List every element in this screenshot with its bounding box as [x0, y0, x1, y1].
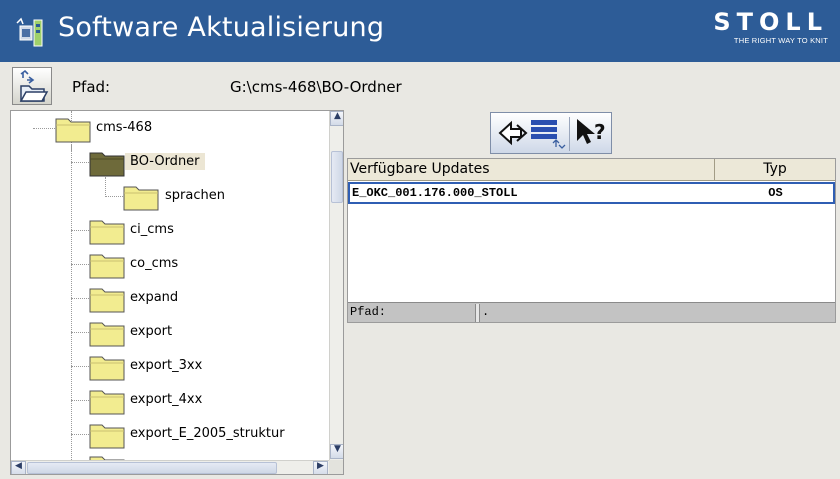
updates-list[interactable]: Verfügbare Updates Typ E_OKC_001.176.000… [347, 158, 836, 323]
title-bar: Software Aktualisierung STOLL THE RIGHT … [0, 0, 840, 62]
chevron-up-icon: ▲ [334, 111, 341, 121]
tree-item-cms-468[interactable]: cms-468 [11, 113, 331, 145]
update-list-icon[interactable] [529, 115, 567, 152]
update-toolbar: ? [490, 112, 612, 154]
tree-vertical-scrollbar[interactable]: ▲ ▼ [329, 111, 343, 460]
scroll-up-button[interactable]: ▲ [330, 111, 343, 126]
tree-item-ci-cms[interactable]: ci_cms [11, 215, 331, 247]
chevron-down-icon: ▼ [334, 444, 341, 454]
path-label: Pfad: [72, 78, 111, 96]
open-folder-icon [89, 152, 125, 177]
folder-icon [89, 220, 125, 245]
folder-sync-icon [19, 69, 49, 102]
tree-item-export-3xx[interactable]: export_3xx [11, 351, 331, 383]
tree-item-label: ci_cms [130, 222, 174, 237]
help-cursor-icon[interactable]: ? [573, 115, 609, 152]
tree-item-label: expand [130, 290, 179, 305]
window-title: Software Aktualisierung [58, 12, 385, 43]
tree-horizontal-scrollbar[interactable]: ◀ ▶ [11, 460, 329, 474]
scroll-right-button[interactable]: ▶ [313, 461, 328, 474]
scroll-corner [329, 460, 343, 474]
path-value: G:\cms-468\BO-Ordner [230, 78, 402, 96]
folder-icon [89, 356, 125, 381]
tree-item-label: sprachen [165, 188, 225, 203]
tree-item-export-4xx[interactable]: export_4xx [11, 385, 331, 417]
tree-item-label: BO-Ordner [125, 153, 205, 170]
toolbar-separator [569, 117, 570, 151]
updates-path-value: . [482, 305, 490, 319]
tree-item-label: export [130, 324, 173, 339]
update-type: OS [768, 186, 783, 200]
folder-icon [89, 390, 125, 415]
folder-icon [123, 186, 159, 211]
column-header-type[interactable]: Typ [715, 159, 835, 181]
tree-item-label: co_cms [130, 256, 179, 271]
scroll-thumb[interactable] [331, 151, 343, 203]
tree-item-export[interactable]: export [11, 317, 331, 349]
tree-item-co-cms[interactable]: co_cms [11, 249, 331, 281]
folder-icon [89, 288, 125, 313]
tree-item-label: export_3xx [130, 358, 203, 373]
install-arrow-icon[interactable] [497, 115, 529, 152]
chevron-right-icon: ▶ [317, 461, 324, 471]
update-name: E_OKC_001.176.000_STOLL [352, 186, 518, 200]
column-header-updates[interactable]: Verfügbare Updates [348, 159, 715, 181]
svg-text:?: ? [594, 120, 606, 144]
folder-icon [89, 322, 125, 347]
tree-item-sprachen[interactable]: sprachen [11, 181, 331, 213]
chevron-left-icon: ◀ [15, 461, 22, 471]
brand-name: STOLL [713, 8, 828, 36]
scroll-thumb[interactable] [27, 462, 277, 474]
folder-icon [89, 254, 125, 279]
folder-tree[interactable]: cms-468 BO-Ordner sprachen ci_cms co_cms… [10, 110, 344, 475]
brand-tagline: THE RIGHT WAY TO KNIT [733, 36, 828, 45]
updates-path-label: Pfad: [350, 305, 387, 319]
table-row[interactable]: E_OKC_001.176.000_STOLL OS [348, 182, 835, 204]
tree-item-export-e-2005-struktur[interactable]: export_E_2005_struktur [11, 419, 331, 451]
tree-item-label: export_4xx [130, 392, 203, 407]
folder-icon [89, 424, 125, 449]
brand-logo: STOLL THE RIGHT WAY TO KNIT [713, 8, 828, 46]
tree-item-label: export_E_2005_struktur [130, 426, 285, 441]
folder-icon [55, 118, 91, 143]
updates-path-bar: Pfad: . [348, 302, 835, 322]
footer-separator [475, 304, 480, 322]
tree-item-bo-ordner[interactable]: BO-Ordner [11, 147, 331, 179]
scroll-left-button[interactable]: ◀ [11, 461, 26, 474]
software-update-icon [16, 17, 43, 47]
tree-item-expand[interactable]: expand [11, 283, 331, 315]
scroll-down-button[interactable]: ▼ [330, 444, 343, 459]
browse-folder-button[interactable] [12, 67, 52, 105]
tree-item-label: cms-468 [96, 120, 153, 135]
